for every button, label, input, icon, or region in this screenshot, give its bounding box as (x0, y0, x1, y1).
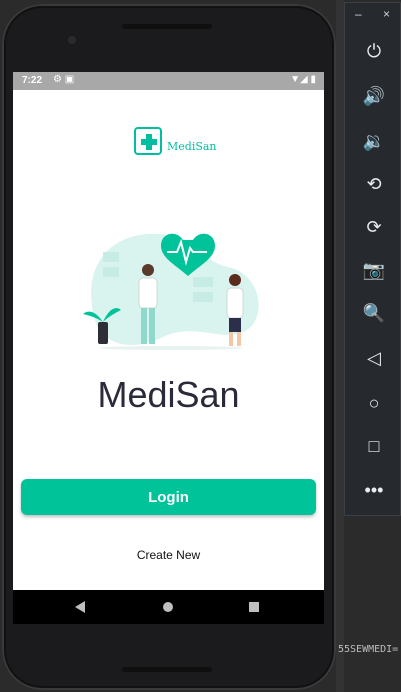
screenshot-button[interactable]: 📷 (357, 253, 391, 287)
close-button[interactable]: × (383, 7, 390, 21)
overview-button[interactable]: □ (357, 429, 391, 463)
nav-back-icon[interactable] (75, 601, 85, 613)
logo-text: MediSan (167, 140, 217, 153)
nav-home-icon[interactable] (163, 602, 173, 612)
status-notification-icons: ⚙ ▣ (53, 74, 75, 85)
home-button[interactable]: ○ (357, 386, 391, 420)
nav-recent-icon[interactable] (249, 602, 259, 612)
back-button[interactable]: ◁ (357, 341, 391, 375)
more-button[interactable]: ••• (357, 473, 391, 507)
top-speaker (122, 24, 212, 29)
ide-code-text: 55SEWMEDI= (338, 644, 399, 655)
volume-down-button[interactable]: 🔉 (357, 124, 391, 158)
ide-background-strip (336, 0, 344, 692)
status-system-icons: ▼◢ ▮ (290, 74, 316, 85)
volume-up-button[interactable]: 🔊 (357, 79, 391, 113)
power-button[interactable]: ⏻ (357, 34, 391, 68)
zoom-button[interactable]: 🔍 (357, 296, 391, 330)
power-icon: ⏻ (366, 40, 382, 61)
zoom-icon: 🔍 (362, 302, 386, 323)
app-logo: MediSan (134, 127, 217, 157)
create-new-link[interactable]: Create New (13, 548, 324, 562)
rotate-left-icon: ⟲ (366, 173, 382, 194)
overview-icon: □ (368, 435, 380, 456)
back-icon: ◁ (367, 347, 381, 368)
bottom-speaker (122, 667, 212, 672)
rotate-right-button[interactable]: ⟳ (357, 210, 391, 244)
volume-down-icon: 🔉 (362, 130, 386, 151)
more-icon: ••• (364, 479, 384, 500)
doctors-illustration (83, 233, 259, 350)
status-bar: 7:22 ⚙ ▣ ▼◢ ▮ (13, 72, 324, 90)
minimize-button[interactable]: – (355, 7, 362, 21)
volume-up-icon: 🔊 (362, 85, 386, 106)
rotate-left-button[interactable]: ⟲ (357, 167, 391, 201)
status-time: 7:22 (22, 75, 43, 86)
front-camera (68, 36, 76, 44)
home-icon: ○ (368, 392, 380, 413)
app-screen: 7:22 ⚙ ▣ ▼◢ ▮ MediSan MediSan Login Crea… (13, 72, 324, 624)
app-title: MediSan (97, 374, 240, 415)
rotate-right-icon: ⟳ (366, 216, 382, 237)
medical-cross-icon (134, 127, 162, 155)
camera-icon: 📷 (362, 259, 386, 280)
login-button[interactable]: Login (21, 479, 316, 515)
android-nav-bar (13, 590, 324, 624)
emulator-side-panel: – × ⏻ 🔊 🔉 ⟲ ⟳ 📷 🔍 ◁ ○ □ ••• (344, 2, 401, 516)
